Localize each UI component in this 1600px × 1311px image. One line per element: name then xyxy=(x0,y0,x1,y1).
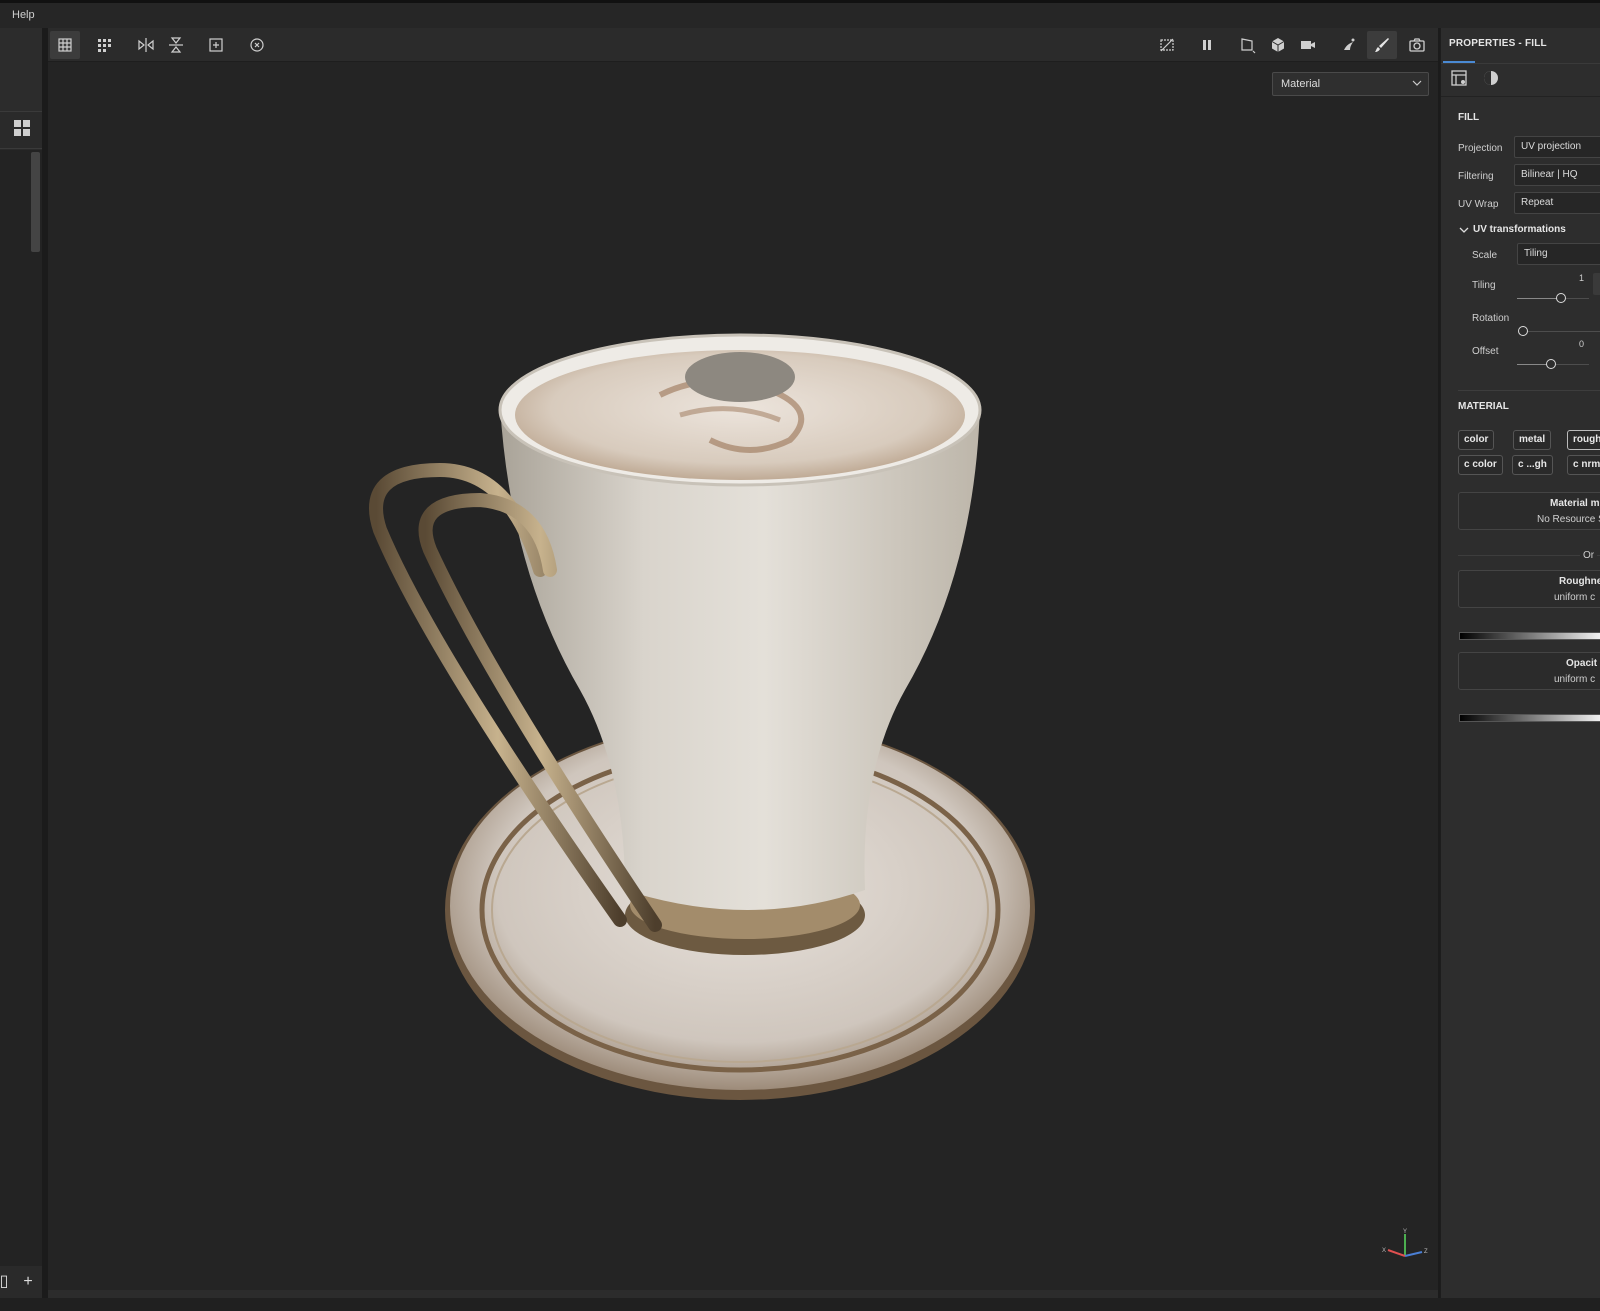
uvwrap-select[interactable]: Repeat xyxy=(1514,192,1600,214)
roughness-gradient-slider[interactable] xyxy=(1459,632,1600,640)
tab-material-icon[interactable] xyxy=(1481,68,1501,88)
paint-brush-icon[interactable] xyxy=(1367,31,1397,59)
grid-view-icon[interactable] xyxy=(12,118,32,138)
material-mode-slot[interactable]: Material m No Resource S xyxy=(1458,492,1600,530)
opacity-title: Opacit xyxy=(1566,658,1598,669)
mirror-horizontal-icon[interactable] xyxy=(131,31,161,59)
channel-chip-metal[interactable]: metal xyxy=(1513,430,1552,450)
chevron-down-icon[interactable] xyxy=(1459,225,1469,235)
opacity-subtitle: uniform c xyxy=(1554,674,1596,685)
scale-select[interactable]: Tiling xyxy=(1517,243,1600,265)
viewport-scrollbar[interactable] xyxy=(48,1290,1438,1298)
page-icon[interactable]: ▯ xyxy=(0,1274,12,1290)
left-panel: ▯ + xyxy=(0,28,42,1298)
reset-view-icon[interactable] xyxy=(242,31,272,59)
projection-label: Projection xyxy=(1458,143,1503,154)
tiling-slider-handle[interactable] xyxy=(1556,293,1566,303)
tab-layer-properties-icon[interactable] xyxy=(1449,68,1469,88)
or-divider xyxy=(1458,555,1600,556)
channel-chip-c-gh[interactable]: c ...gh xyxy=(1512,455,1553,475)
roughness-subtitle: uniform c xyxy=(1554,592,1596,603)
channel-chip-color[interactable]: color xyxy=(1458,430,1495,450)
uv-transformations-toggle[interactable]: UV transformations xyxy=(1473,224,1566,235)
offset-value: 0 xyxy=(1579,339,1585,349)
rotation-slider-handle[interactable] xyxy=(1518,326,1528,336)
menu-bar: Help xyxy=(0,0,1600,28)
svg-text:Z: Z xyxy=(1424,1249,1428,1255)
channel-chip-rough[interactable]: rough xyxy=(1567,430,1600,450)
tiling-slider-track xyxy=(1565,298,1589,299)
screenshot-icon[interactable] xyxy=(1402,31,1432,59)
offset-slider-handle[interactable] xyxy=(1546,359,1556,369)
svg-text:X: X xyxy=(1382,1248,1386,1254)
tiling-slider-fill xyxy=(1517,298,1559,299)
camera-icon[interactable] xyxy=(1293,31,1323,59)
mirror-vertical-icon[interactable] xyxy=(161,31,191,59)
layer-list-scrollbar[interactable] xyxy=(31,152,40,252)
status-bar xyxy=(0,1298,1600,1311)
opacity-slot[interactable]: Opacit uniform c xyxy=(1458,652,1600,690)
pause-icon[interactable] xyxy=(1192,31,1222,59)
roughness-slot[interactable]: Roughne uniform c xyxy=(1458,570,1600,608)
shading-icon[interactable] xyxy=(1263,31,1293,59)
channel-select[interactable]: Material xyxy=(1272,72,1429,96)
grid-options-icon[interactable] xyxy=(90,31,120,59)
left-panel-header xyxy=(0,28,42,112)
channel-chip-c-nrm[interactable]: c nrm xyxy=(1567,455,1600,475)
add-icon[interactable]: + xyxy=(20,1274,36,1290)
svg-text:Y: Y xyxy=(1403,1229,1407,1235)
scale-label: Scale xyxy=(1472,250,1498,261)
left-panel-separator xyxy=(0,148,42,149)
fit-frame-icon[interactable] xyxy=(201,31,231,59)
material-mode-title: Material m xyxy=(1550,498,1600,509)
grid-select-icon[interactable] xyxy=(50,31,80,59)
roughness-title: Roughne xyxy=(1559,576,1600,587)
offset-slider-track xyxy=(1555,364,1589,365)
filtering-select[interactable]: Bilinear | HQ xyxy=(1514,164,1600,186)
layer-list[interactable] xyxy=(0,150,42,1266)
chevron-down-icon xyxy=(1412,80,1422,86)
viewport-toolbar xyxy=(48,28,1438,62)
tab-bar-line xyxy=(1441,63,1600,64)
uvwrap-label: UV Wrap xyxy=(1458,199,1499,210)
rotation-label: Rotation xyxy=(1472,313,1510,324)
offset-label: Offset xyxy=(1472,346,1499,357)
axis-gizmo: Y X Z xyxy=(1382,1229,1428,1257)
cup-model-render[interactable] xyxy=(350,330,1070,1130)
section-divider xyxy=(1458,390,1600,391)
tiling-lock-button[interactable] xyxy=(1593,273,1600,295)
offset-slider-fill xyxy=(1517,364,1547,365)
tiling-label: Tiling xyxy=(1472,280,1496,291)
opacity-gradient-slider[interactable] xyxy=(1459,714,1600,722)
perspective-icon[interactable] xyxy=(1233,31,1263,59)
properties-title: PROPERTIES - FILL xyxy=(1449,38,1547,49)
projection-select[interactable]: UV projection xyxy=(1514,136,1600,158)
material-section-title: MATERIAL xyxy=(1458,401,1509,412)
fill-section-title: FILL xyxy=(1458,112,1480,123)
menu-help[interactable]: Help xyxy=(12,9,35,21)
filtering-label: Filtering xyxy=(1458,171,1494,182)
hide-icon[interactable] xyxy=(1152,31,1182,59)
bake-icon[interactable] xyxy=(1334,31,1364,59)
active-tab-indicator xyxy=(1443,61,1475,63)
tabs-divider xyxy=(1441,96,1600,97)
properties-panel: PROPERTIES - FILL FILL Projection UV pro… xyxy=(1440,28,1600,1298)
or-label: Or xyxy=(1580,550,1598,561)
tiling-value: 1 xyxy=(1579,273,1585,283)
rotation-slider-track xyxy=(1527,331,1600,332)
material-mode-subtitle: No Resource S xyxy=(1537,514,1600,525)
channel-select-value: Material xyxy=(1281,78,1321,90)
channel-chip-c-color[interactable]: c color xyxy=(1458,455,1503,475)
